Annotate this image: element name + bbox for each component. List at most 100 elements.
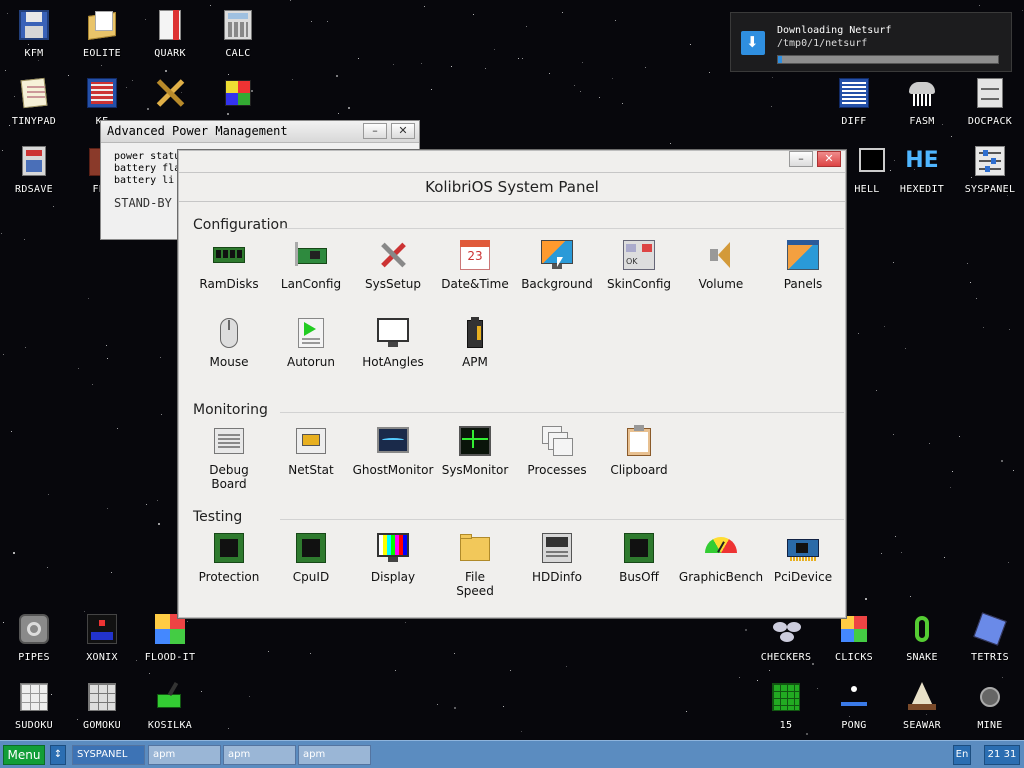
item-lanconfig[interactable]: LanConfig [269, 238, 353, 291]
desktop-icon-calc[interactable]: CALC [204, 0, 272, 64]
star [884, 326, 885, 327]
star [92, 384, 93, 385]
star [574, 85, 575, 86]
item-file-speed[interactable]: File Speed [433, 531, 517, 598]
item-label: RamDisks [199, 277, 259, 291]
desktop-icon-pong[interactable]: PONG [820, 672, 888, 736]
item-label: Processes [527, 463, 587, 477]
desktop-icon-15[interactable]: 15 [752, 672, 820, 736]
item-hotangles[interactable]: HotAngles [351, 316, 435, 369]
sysmonitor-icon [458, 424, 492, 458]
desktop-icon-snake[interactable]: SNAKE [888, 604, 956, 668]
desktop-icon-tetris[interactable]: TETRIS [956, 604, 1024, 668]
item-volume[interactable]: Volume [679, 238, 763, 291]
desktop-icon-tinypad[interactable]: TINYPAD [0, 68, 68, 132]
language-indicator[interactable]: En [953, 745, 971, 765]
ghost-monitor-icon [376, 424, 410, 458]
desktop-icon-kfm[interactable]: KFM [0, 0, 68, 64]
item-clipboard[interactable]: Clipboard [597, 424, 681, 477]
desktop-icon-rdsave[interactable]: RDSAVE [0, 136, 68, 200]
desktop-icon-label: SEAWAR [903, 720, 941, 731]
item-netstat[interactable]: NetStat [269, 424, 353, 477]
star [48, 494, 49, 495]
star [358, 58, 359, 59]
star [336, 75, 338, 77]
taskbar-item-apm[interactable]: apm [298, 745, 371, 765]
taskbar-item-apm[interactable]: apm [148, 745, 221, 765]
menu-button[interactable]: Menu [3, 745, 45, 765]
item-mouse[interactable]: Mouse [187, 316, 271, 369]
desktop-icon-mine[interactable]: MINE [956, 672, 1024, 736]
item-busoff[interactable]: BusOff [597, 531, 681, 584]
item-processes[interactable]: Processes [515, 424, 599, 477]
star [437, 704, 438, 705]
item-display[interactable]: Display [351, 531, 435, 584]
star [670, 143, 671, 144]
clock[interactable]: 21 31 [984, 745, 1020, 765]
item-background[interactable]: Background [515, 238, 599, 291]
star [521, 731, 522, 732]
desktop-icon-label: QUARK [154, 48, 186, 59]
gomoku-icon [85, 680, 119, 714]
close-button[interactable]: ✕ [817, 151, 841, 167]
desktop-icon-hexedit[interactable]: HE HEXEDIT [888, 136, 956, 200]
desktop-icon-seawar[interactable]: SEAWAR [888, 672, 956, 736]
star [3, 354, 4, 355]
star [268, 651, 269, 652]
desktop-icon-eolite[interactable]: EOLITE [68, 0, 136, 64]
item-cpuid[interactable]: CpuID [269, 531, 353, 584]
tools-icon [153, 76, 187, 110]
item-label: Display [370, 570, 416, 584]
star [645, 67, 646, 68]
notification-path: /tmp0/1/netsurf [777, 38, 868, 49]
star [327, 21, 328, 22]
item-hddinfo[interactable]: HDDinfo [515, 531, 599, 584]
item-apm[interactable]: APM [433, 316, 517, 369]
snake-icon [905, 612, 939, 646]
item-ghostmonitor[interactable]: GhostMonitor [351, 424, 435, 477]
close-button[interactable]: ✕ [391, 123, 415, 139]
item-ramdisks[interactable]: RamDisks [187, 238, 271, 291]
desktop-icon-docpack[interactable]: DOCPACK [956, 68, 1024, 132]
system-panel-titlebar[interactable] [178, 150, 846, 172]
item-syssetup[interactable]: SysSetup [351, 238, 435, 291]
star [348, 107, 350, 109]
star [510, 670, 511, 671]
arrows-button[interactable]: ↕ [50, 745, 66, 765]
item-panels[interactable]: Panels [761, 238, 845, 291]
star [979, 5, 980, 6]
download-notification[interactable]: Downloading Netsurf /tmp0/1/netsurf [730, 12, 1012, 72]
star [952, 471, 953, 472]
desktop-icon-diff[interactable]: DIFF [820, 68, 888, 132]
desktop-icon-gomoku[interactable]: GOMOKU [68, 672, 136, 736]
desktop-icon-fasm[interactable]: FASM [888, 68, 956, 132]
item-graphicbench[interactable]: GraphicBench [679, 531, 763, 584]
minimize-button[interactable]: – [789, 151, 813, 167]
desktop-icon-sudoku[interactable]: SUDOKU [0, 672, 68, 736]
desktop-icon-quark[interactable]: QUARK [136, 0, 204, 64]
item-label: PciDevice [773, 570, 833, 584]
taskbar-item-syspanel[interactable]: SYSPANEL [72, 745, 145, 765]
item-autorun[interactable]: Autorun [269, 316, 353, 369]
item-date-time[interactable]: 23 Date&Time [433, 238, 517, 291]
star [910, 596, 911, 597]
item-sysmonitor[interactable]: SysMonitor [433, 424, 517, 477]
item-protection[interactable]: Protection [187, 531, 271, 584]
display-icon [376, 531, 410, 565]
desktop-icon-label: TETRIS [971, 652, 1009, 663]
item-pcidevice[interactable]: PciDevice [761, 531, 845, 584]
item-skinconfig[interactable]: OK SkinConfig [597, 238, 681, 291]
desktop-icon-pipes[interactable]: PIPES [0, 604, 68, 668]
apm-window-title: Advanced Power Management [107, 124, 288, 138]
desktop-icon-syspanel[interactable]: SYSPANEL [956, 136, 1024, 200]
star [485, 68, 486, 69]
item-label: Debug Board [209, 463, 249, 491]
desktop-icon-xonix[interactable]: XONIX [68, 604, 136, 668]
desktop-icon-kosilka[interactable]: KOSILKA [136, 672, 204, 736]
taskbar-item-apm[interactable]: apm [223, 745, 296, 765]
system-panel-window[interactable]: – ✕ KolibriOS System Panel Configuration… [177, 149, 847, 619]
minimize-button[interactable]: – [363, 123, 387, 139]
docpack-icon [973, 76, 1007, 110]
item-debug-board[interactable]: Debug Board [187, 424, 271, 491]
star [161, 414, 162, 415]
